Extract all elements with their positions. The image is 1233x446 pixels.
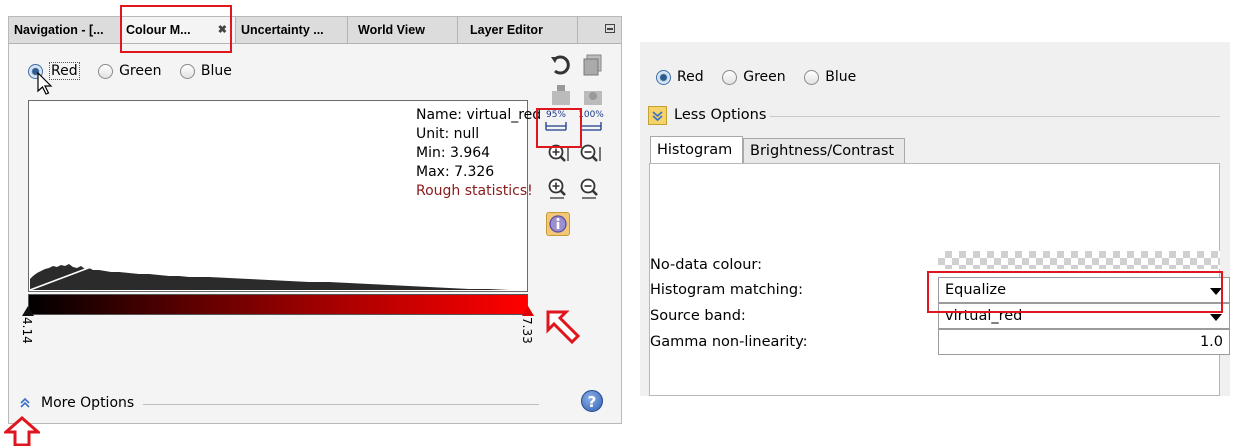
less-options-row[interactable]: Less Options <box>648 106 1220 128</box>
tab-uncertainty[interactable]: Uncertainty ... <box>236 17 348 43</box>
source-band-text: Source band: <box>650 308 746 324</box>
slider-max-value-wrap: 7.33 <box>520 317 534 357</box>
stat-max: Max: 7.326 <box>416 164 495 180</box>
stat-warning: Rough statistics! <box>416 183 533 199</box>
zoom-out-vertical-icon[interactable] <box>579 143 603 167</box>
tab-label: Navigation - [... <box>14 23 104 37</box>
radio-blue[interactable] <box>804 69 820 85</box>
band-selector-right: Red Green Blue <box>656 69 870 89</box>
radio-blue-label: Blue <box>825 69 857 85</box>
max-slider-handle[interactable] <box>521 305 535 317</box>
radio-green-label: Green <box>119 63 162 79</box>
slider-min-value-wrap: 4.14 <box>20 317 34 357</box>
zoom-out-horizontal-icon[interactable] <box>579 177 603 201</box>
tab-label: Layer Editor <box>470 23 543 37</box>
colour-manipulation-detail-panel: Red Green Blue Less Options Histogram Br… <box>640 42 1230 396</box>
expand-chevron-icon <box>20 397 30 408</box>
colour-gradient-bar <box>28 294 528 315</box>
nodata-colour-label: No-data colour: <box>650 252 762 278</box>
more-options-label: More Options <box>41 395 135 411</box>
copy-icon[interactable] <box>581 53 605 77</box>
less-options-label: Less Options <box>674 107 767 123</box>
nodata-colour-text: No-data colour: <box>650 257 763 273</box>
colour-manipulation-panel: Navigation - [... Colour M... ✖ Uncertai… <box>8 16 622 424</box>
info-toggle-button[interactable] <box>546 212 570 236</box>
info-icon <box>549 215 567 233</box>
reset-icon[interactable] <box>549 53 573 77</box>
export-icon[interactable] <box>581 83 605 107</box>
tab-world-view[interactable]: World View <box>348 17 458 43</box>
gamma-input[interactable]: 1.0 <box>938 329 1230 355</box>
collapse-chevron-icon <box>652 111 663 122</box>
separator-line <box>770 116 1220 117</box>
mouse-cursor-icon <box>37 72 53 95</box>
histogram-matching-label: Histogram matching: <box>650 277 803 303</box>
radio-blue[interactable] <box>179 63 195 79</box>
separator-line <box>143 404 539 405</box>
min-slider-handle[interactable] <box>21 305 35 317</box>
tab-label: Uncertainty ... <box>241 23 324 37</box>
gamma-label: Gamma non-linearity: <box>650 329 808 355</box>
gamma-text: Gamma non-linearity: <box>650 334 808 350</box>
slider-min-value: 4.14 <box>20 317 34 344</box>
collapse-toggle[interactable] <box>648 106 667 125</box>
annotation-box-zoom <box>536 108 582 148</box>
radio-blue-label: Blue <box>200 63 232 79</box>
histogram-matching-text: Histogram matching: <box>650 282 803 298</box>
stat-unit: Unit: null <box>416 126 480 142</box>
import-icon[interactable] <box>549 83 573 107</box>
tab-navigation[interactable]: Navigation - [... <box>9 17 121 43</box>
band-selector: Red Green Blue <box>28 62 246 83</box>
stat-name: Name: virtual_red <box>416 107 542 123</box>
radio-green-label: Green <box>743 69 786 85</box>
tab-layer-editor[interactable]: Layer Editor <box>458 17 578 43</box>
tab-label: World View <box>358 23 425 37</box>
nodata-colour-swatch[interactable] <box>938 251 1220 269</box>
slider-max-value: 7.33 <box>520 317 534 344</box>
annotation-box-histogram-matching <box>927 271 1223 313</box>
radio-red[interactable] <box>656 69 671 85</box>
annotation-arrow-icon <box>546 310 581 345</box>
minimize-icon[interactable] <box>605 24 615 33</box>
annotation-box-tab <box>120 5 232 53</box>
more-options-row[interactable]: More Options <box>19 393 539 415</box>
radio-green[interactable] <box>722 69 738 85</box>
source-band-label: Source band: <box>650 303 746 329</box>
histogram-plot[interactable]: Name: virtual_red Unit: null Min: 3.964 … <box>28 100 541 292</box>
gamma-value: 1.0 <box>1199 334 1223 350</box>
radio-red-label: Red <box>49 62 80 80</box>
tool-window-tab-strip: Navigation - [... Colour M... ✖ Uncertai… <box>9 17 621 44</box>
radio-green[interactable] <box>98 63 114 79</box>
radio-red-label: Red <box>677 69 704 85</box>
stat-min: Min: 3.964 <box>416 145 491 161</box>
zoom-in-horizontal-icon[interactable] <box>547 177 571 201</box>
tab-histogram[interactable]: Histogram <box>650 136 743 164</box>
help-icon[interactable]: ? <box>581 390 603 412</box>
dropdown-arrow-icon <box>1210 314 1222 321</box>
tab-brightness-contrast[interactable]: Brightness/Contrast <box>743 138 905 164</box>
annotation-up-arrow-icon <box>4 416 40 446</box>
